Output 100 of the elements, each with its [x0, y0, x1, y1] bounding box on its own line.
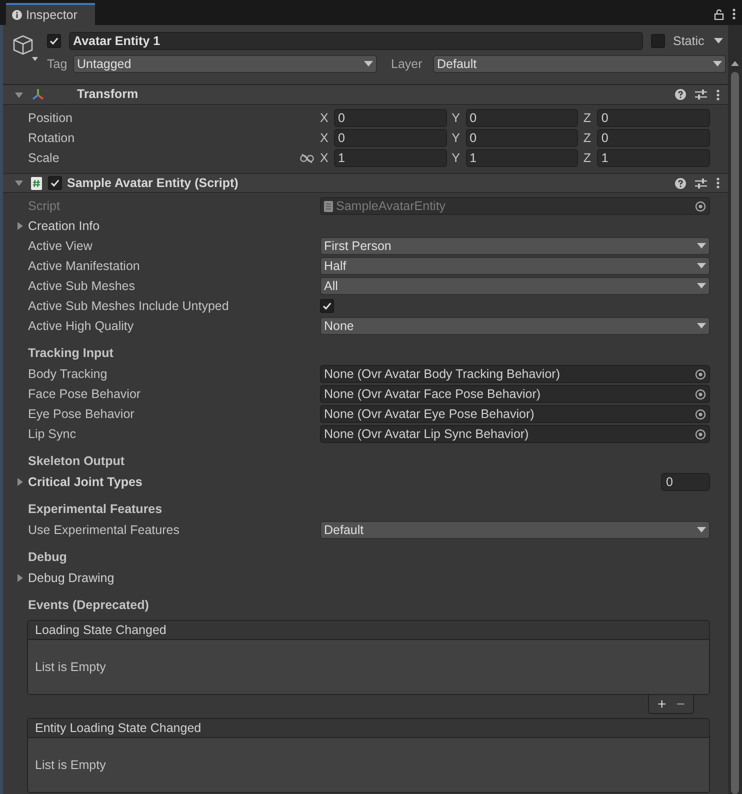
more-options-icon[interactable] — [716, 88, 720, 100]
axis-label[interactable]: Y — [452, 148, 462, 168]
more-options-icon[interactable] — [732, 8, 736, 20]
number-field[interactable]: 0 — [466, 129, 578, 147]
axis-label[interactable]: Z — [583, 148, 594, 168]
property-label: Eye Pose Behavior — [28, 406, 136, 423]
property-label: Script — [28, 198, 61, 215]
tag-dropdown[interactable]: Untagged — [73, 55, 377, 73]
preset-sliders-icon[interactable] — [695, 178, 707, 188]
object-field[interactable]: None (Ovr Avatar Body Tracking Behavior) — [320, 365, 710, 383]
property-label: Rotation — [28, 130, 76, 147]
axis-label[interactable]: X — [320, 148, 330, 168]
layer-dropdown[interactable]: Default — [433, 55, 726, 73]
remove-button[interactable]: − — [676, 696, 685, 712]
array-size-field[interactable]: 0 — [661, 473, 710, 491]
section-header: Tracking Input — [28, 345, 114, 362]
transform-axes-icon — [31, 88, 45, 101]
property-label: Scale — [28, 150, 60, 167]
number-field[interactable]: 0 — [466, 109, 578, 127]
property-label: Active Manifestation — [28, 258, 141, 275]
dropdown-arrow-icon — [697, 243, 706, 249]
section-header: Experimental Features — [28, 501, 162, 518]
help-icon[interactable] — [675, 89, 686, 100]
checkbox[interactable] — [320, 299, 334, 313]
axis-label[interactable]: Z — [583, 128, 594, 148]
property-label: Lip Sync — [28, 426, 77, 443]
property-label: Use Experimental Features — [28, 522, 180, 539]
property-label: Active High Quality — [28, 318, 135, 335]
foldout-label[interactable]: Debug Drawing — [28, 568, 114, 588]
layer-label: Layer — [391, 56, 424, 73]
add-button[interactable]: + — [657, 696, 666, 712]
active-checkbox[interactable] — [47, 34, 61, 48]
foldout-label[interactable]: Creation Info — [28, 216, 100, 236]
object-picker-icon[interactable] — [695, 388, 706, 400]
foldout-arrow-icon[interactable] — [16, 574, 24, 582]
foldout-arrow-icon[interactable] — [15, 179, 23, 187]
property-label: Position — [28, 110, 74, 127]
event-list-title: Loading State Changed — [35, 622, 166, 639]
more-options-icon[interactable] — [716, 177, 720, 189]
info-icon — [12, 10, 22, 20]
script-hash-icon — [31, 176, 42, 190]
section-header: Events (Deprecated) — [28, 597, 149, 614]
unlinked-chain-icon[interactable] — [300, 154, 314, 162]
number-field[interactable]: 1 — [466, 149, 578, 167]
dropdown[interactable]: Half — [320, 257, 710, 275]
foldout-arrow-icon[interactable] — [16, 222, 24, 230]
axis-label[interactable]: Y — [452, 128, 462, 148]
help-icon[interactable] — [675, 178, 686, 188]
foldout-label[interactable]: Critical Joint Types — [28, 472, 657, 492]
axis-label[interactable]: Z — [583, 108, 594, 128]
static-label: Static — [673, 32, 704, 50]
number-field[interactable]: 0 — [597, 109, 710, 127]
object-field[interactable]: None (Ovr Avatar Lip Sync Behavior) — [320, 425, 710, 443]
scrollbar[interactable] — [728, 25, 742, 794]
dropdown[interactable]: All — [320, 277, 710, 295]
dropdown-arrow-icon — [697, 527, 706, 533]
number-field[interactable]: 0 — [597, 129, 710, 147]
property-label: Active Sub Meshes — [28, 278, 136, 295]
lock-icon[interactable] — [714, 8, 724, 20]
foldout-arrow-icon[interactable] — [16, 478, 24, 486]
event-list-title: Entity Loading State Changed — [35, 720, 202, 737]
number-field[interactable]: 1 — [334, 149, 447, 167]
dropdown-arrow-icon — [697, 263, 706, 269]
dropdown[interactable]: None — [320, 317, 710, 335]
object-field[interactable]: None (Ovr Avatar Face Pose Behavior) — [320, 385, 710, 403]
foldout-arrow-icon[interactable] — [15, 90, 23, 98]
property-label: Body Tracking — [28, 366, 108, 383]
number-field[interactable]: 0 — [334, 129, 447, 147]
property-label: Active Sub Meshes Include Untyped — [28, 298, 230, 315]
object-picker-icon[interactable] — [695, 200, 706, 212]
dropdown[interactable]: First Person — [320, 237, 710, 255]
number-field[interactable]: 0 — [334, 109, 447, 127]
axis-label[interactable]: X — [320, 108, 330, 128]
object-name-field[interactable]: Avatar Entity 1 — [69, 32, 643, 50]
object-picker-icon[interactable] — [695, 428, 706, 440]
property-label: Face Pose Behavior — [28, 386, 142, 403]
empty-list-text: List is Empty — [35, 756, 106, 774]
dropdown-arrow-icon — [364, 61, 373, 67]
static-checkbox[interactable] — [651, 34, 665, 48]
object-picker-icon[interactable] — [695, 368, 706, 380]
script-file-icon — [324, 200, 333, 212]
enabled-checkbox[interactable] — [48, 176, 62, 190]
section-header: Skeleton Output — [28, 453, 125, 470]
dropdown-arrow-icon — [697, 323, 706, 329]
dropdown-arrow-icon — [697, 283, 706, 289]
dropdown[interactable]: Default — [320, 521, 710, 539]
property-label: Active View — [28, 238, 94, 255]
empty-list-text: List is Empty — [35, 658, 106, 676]
object-field[interactable]: None (Ovr Avatar Eye Pose Behavior) — [320, 405, 710, 423]
scroll-up-arrow-icon[interactable] — [731, 61, 739, 66]
tag-label: Tag — [47, 56, 68, 73]
dropdown-arrow-icon[interactable] — [714, 38, 724, 44]
script-field: SampleAvatarEntity — [320, 197, 710, 215]
inspector-tab[interactable]: Inspector — [6, 3, 95, 25]
axis-label[interactable]: Y — [452, 108, 462, 128]
preset-sliders-icon[interactable] — [695, 89, 707, 100]
section-header: Debug — [28, 549, 67, 566]
number-field[interactable]: 1 — [597, 149, 710, 167]
axis-label[interactable]: X — [320, 128, 330, 148]
object-picker-icon[interactable] — [695, 408, 706, 420]
